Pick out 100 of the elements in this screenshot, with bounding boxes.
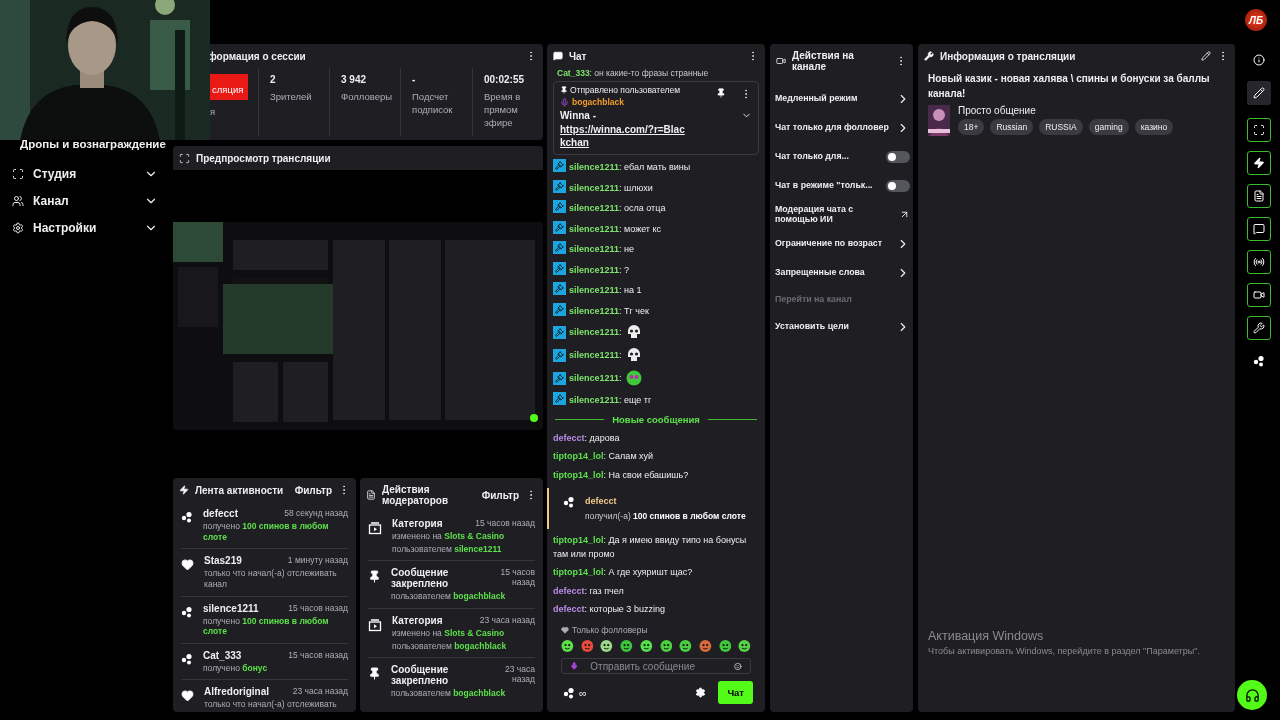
- emote-icon[interactable]: [698, 639, 712, 653]
- mic-icon[interactable]: [570, 660, 579, 672]
- timestamp: 58 секунд назад: [284, 508, 348, 519]
- action-detail: пользователем bogachblack: [392, 640, 508, 652]
- filter-button[interactable]: Фильтр: [481, 489, 519, 501]
- dots-icon: [181, 605, 193, 618]
- tag[interactable]: 18+: [958, 119, 985, 135]
- chat-message: defecct: газ пчел: [553, 584, 625, 598]
- lightning-icon: [1253, 157, 1265, 169]
- tag[interactable]: gaming: [1088, 119, 1129, 135]
- reward-text: получил(-а) 100 спинов в любом слоте: [585, 510, 746, 521]
- toggle-switch[interactable]: [886, 150, 910, 163]
- message-input[interactable]: Отправить сообщение: [561, 658, 751, 674]
- action-detail: пользователем silence1211: [392, 543, 503, 555]
- sidebar-item[interactable]: Студия: [0, 160, 170, 187]
- action-title: Категория: [392, 518, 443, 529]
- support-button[interactable]: [1237, 680, 1267, 710]
- emote-icon[interactable]: [561, 639, 574, 653]
- chat-button[interactable]: [1247, 217, 1271, 241]
- category-name[interactable]: Просто общение: [958, 105, 1174, 116]
- action-title: Сообщение закреплено: [391, 664, 450, 687]
- video-category-icon: [368, 617, 382, 632]
- action-item[interactable]: Медленный режим: [770, 84, 913, 113]
- stat-label: Время в прямом эфире: [484, 91, 522, 130]
- followers-only-label: Только фолловеры: [572, 625, 648, 635]
- document-button[interactable]: [1247, 184, 1271, 208]
- external-link-icon: [899, 209, 910, 220]
- pencil-icon[interactable]: [1201, 51, 1211, 61]
- action-item[interactable]: Ограничение по возраст: [770, 229, 913, 258]
- users-icon: [12, 194, 24, 207]
- tag[interactable]: RUSSIA: [1039, 119, 1083, 135]
- dots-icon: [1253, 355, 1265, 367]
- event-text: только что начал(-а) отслеживать: [204, 699, 338, 710]
- document-icon: [366, 490, 376, 500]
- timestamp: 1 минуту назад: [287, 555, 348, 567]
- emote-icon[interactable]: [580, 639, 594, 653]
- camera-icon: [776, 56, 786, 66]
- emote-icon[interactable]: [738, 639, 752, 653]
- broadcast-button[interactable]: [1247, 250, 1271, 274]
- smile-icon[interactable]: [734, 660, 742, 672]
- headset-icon: [1244, 687, 1260, 703]
- pin-icon: [560, 86, 568, 94]
- emote-icon[interactable]: [659, 639, 673, 653]
- chat-message: silence1211: на 1: [553, 279, 759, 300]
- chat-message: silence1211: ебал мать вины: [553, 156, 759, 177]
- skull-emote-icon: [625, 347, 642, 363]
- channel-logo[interactable]: ЛБ: [1245, 9, 1267, 31]
- send-button[interactable]: Чат: [718, 681, 753, 704]
- stat-value: -: [412, 74, 417, 85]
- wrench-button[interactable]: [1247, 316, 1271, 340]
- event-text: только что начал(-а) отслеживать канал: [204, 568, 338, 590]
- stat-label: Подсчет подписок: [412, 91, 454, 117]
- action-item[interactable]: Установить цели: [770, 312, 913, 341]
- wrench-icon: [924, 51, 934, 61]
- tag[interactable]: казино: [1134, 119, 1174, 135]
- new-messages-divider: Новые сообщения: [612, 414, 700, 425]
- link[interactable]: https://winna.com/?r=Blackchan: [560, 122, 690, 150]
- camera-button[interactable]: [1247, 283, 1271, 307]
- emote-icon[interactable]: [679, 639, 692, 653]
- timestamp: 23 часа назад: [479, 614, 535, 626]
- sidebar-item[interactable]: Канал: [0, 187, 170, 214]
- username: defecct: [203, 508, 238, 519]
- emote-icon[interactable]: [718, 639, 732, 653]
- sidebar-item[interactable]: Настройки: [0, 214, 170, 241]
- action-detail: пользователем bogachblack: [391, 688, 507, 699]
- stat-value: 3 942: [341, 74, 368, 85]
- action-item[interactable]: Чат только для фолловер: [770, 113, 913, 142]
- action-item[interactable]: Чат только для...: [770, 142, 913, 171]
- sidebar-label: Канал: [33, 193, 70, 208]
- wrench-icon: [1253, 322, 1265, 334]
- chat-message: silence1211: не: [553, 238, 759, 259]
- heart-icon: [181, 689, 194, 703]
- dots-icon: [181, 511, 193, 523]
- pin-icon[interactable]: [716, 88, 726, 98]
- toggle-switch[interactable]: [886, 179, 910, 192]
- stat-value: 2: [270, 74, 277, 85]
- action-item[interactable]: Модерация чата с помощью ИИ: [770, 200, 913, 229]
- tag[interactable]: Russian: [990, 119, 1034, 135]
- settings-icon[interactable]: [695, 687, 707, 698]
- timestamp: 15 часов назад: [499, 567, 535, 590]
- timestamp: 15 часов назад: [475, 518, 535, 529]
- event-text: получено 100 спинов в любом слоте: [203, 615, 330, 637]
- sidebar-item[interactable]: Дропы и вознаграждение: [20, 137, 166, 152]
- emote-icon[interactable]: [620, 639, 633, 653]
- pencil-button[interactable]: [1247, 81, 1271, 105]
- heart-icon: [181, 558, 194, 572]
- username: Stas219: [204, 555, 242, 567]
- username: Alfredoriginal: [204, 686, 269, 698]
- chat-message: silence1211:: [569, 325, 622, 339]
- chat-message: defecct: дарова: [553, 431, 621, 445]
- video-category-icon: [368, 521, 382, 535]
- filter-button[interactable]: Фильтр: [294, 484, 332, 496]
- lightning-button[interactable]: [1247, 151, 1271, 175]
- emote-icon[interactable]: [639, 639, 653, 653]
- pinned-text: Winna -: [560, 109, 596, 123]
- screen-capture-button[interactable]: [1247, 118, 1271, 142]
- chat-message: silence1211: осла отца: [553, 197, 759, 218]
- emote-icon[interactable]: [600, 639, 614, 653]
- action-item[interactable]: Чат в режиме "тольк...: [770, 171, 913, 200]
- action-item[interactable]: Запрещенные слова: [770, 258, 913, 287]
